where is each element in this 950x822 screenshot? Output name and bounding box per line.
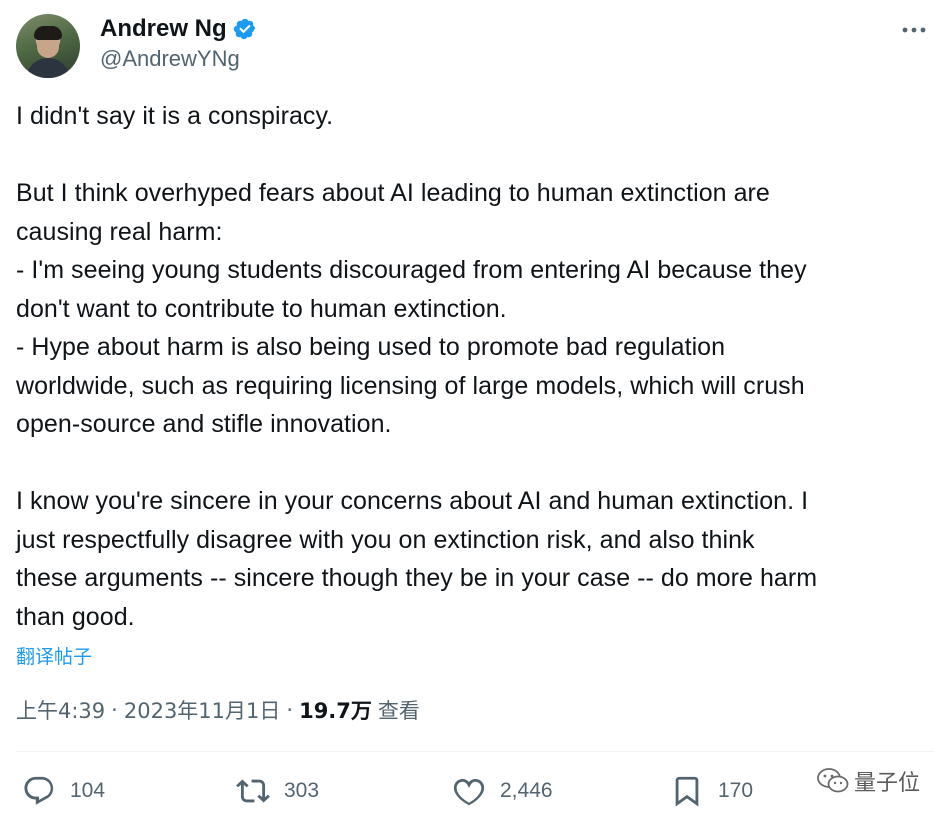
- translate-post-link[interactable]: 翻译帖子: [16, 642, 92, 669]
- retweet-button[interactable]: 303: [236, 770, 319, 812]
- views-label: 查看: [377, 699, 420, 723]
- reply-icon: [24, 776, 54, 805]
- heart-icon: [453, 778, 485, 806]
- views-count[interactable]: 19.7万: [299, 695, 372, 725]
- tweet-meta: 上午4:39 · 2023年11月1日 · 19.7万 查看: [16, 695, 420, 725]
- wechat-icon: [817, 768, 849, 793]
- divider: [16, 751, 934, 752]
- name-row: Andrew Ng: [100, 14, 257, 44]
- avatar-shirt: [26, 58, 70, 78]
- verified-badge-icon: [233, 18, 255, 40]
- avatar-hair: [34, 26, 62, 40]
- tweet-date[interactable]: 2023年11月1日: [124, 695, 281, 725]
- meta-separator: ·: [286, 698, 294, 722]
- watermark-text: 量子位: [853, 771, 920, 796]
- meta-separator: ·: [111, 698, 118, 722]
- tweet-time[interactable]: 上午4:39: [16, 695, 105, 725]
- reply-count: 104: [70, 779, 106, 802]
- bookmark-button[interactable]: 170: [670, 770, 753, 812]
- retweet-count: 303: [284, 779, 320, 802]
- author-handle[interactable]: @AndrewYNg: [100, 46, 240, 72]
- author-name[interactable]: Andrew Ng: [100, 14, 227, 44]
- avatar[interactable]: [16, 14, 80, 78]
- retweet-icon: [236, 779, 270, 803]
- like-count: 2,446: [500, 779, 553, 802]
- action-bar: 104 303 2,446 170: [22, 770, 922, 812]
- tweet-header: Andrew Ng @AndrewYNg: [16, 12, 934, 78]
- tweet-text: I didn't say it is a conspiracy. But I t…: [16, 102, 818, 631]
- more-icon[interactable]: [900, 20, 928, 40]
- watermark: 量子位: [816, 765, 920, 797]
- reply-button[interactable]: 104: [22, 770, 105, 812]
- bookmark-count: 170: [718, 779, 754, 802]
- bookmark-icon: [675, 776, 699, 807]
- like-button[interactable]: 2,446: [452, 770, 553, 812]
